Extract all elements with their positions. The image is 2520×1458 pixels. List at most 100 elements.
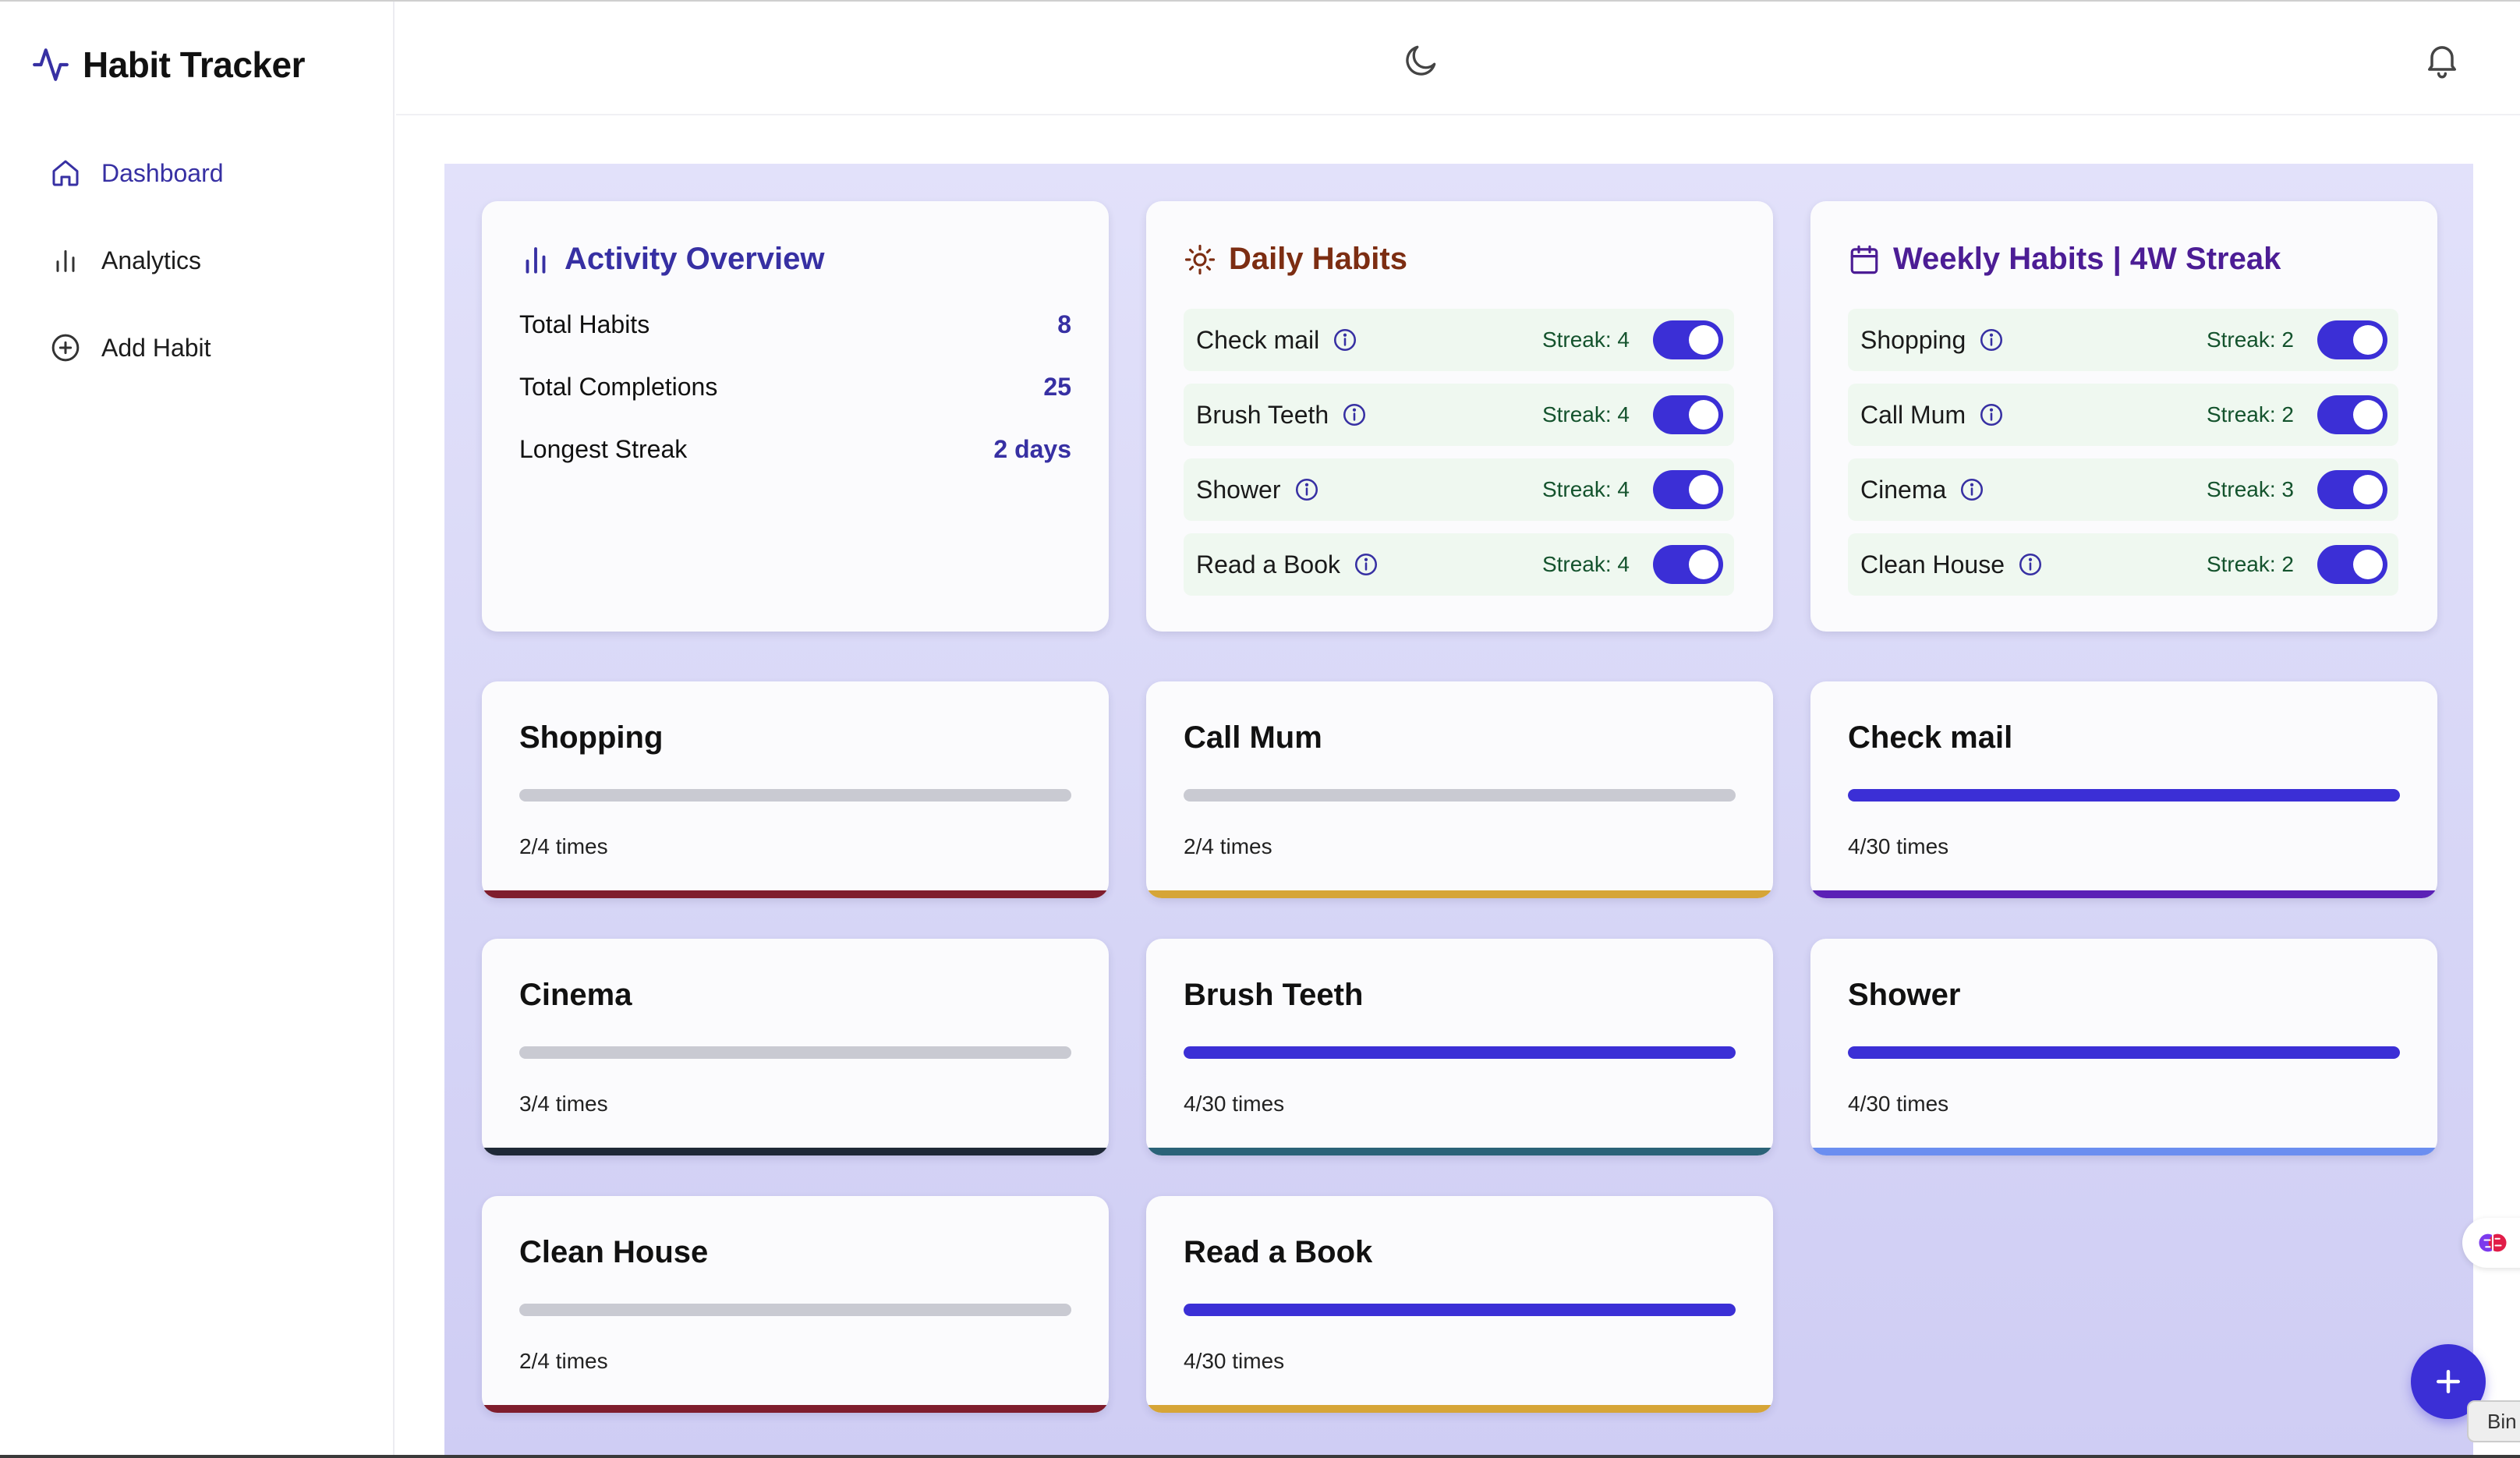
progress-track xyxy=(519,1304,1071,1316)
stat-label: Longest Streak xyxy=(519,435,688,463)
info-icon[interactable] xyxy=(1959,476,1985,503)
info-icon[interactable] xyxy=(1978,402,2005,428)
weekly-habit-row: Clean House Streak: 2 xyxy=(1848,533,2398,596)
stat-value: 25 xyxy=(1043,373,1071,401)
dashboard-main: Activity Overview Total Habits 8 Total C… xyxy=(444,164,2473,1458)
habit-card-title: Shower xyxy=(1848,978,1961,1012)
weekly-habit-row: Shopping Streak: 2 xyxy=(1848,309,2398,371)
habit-toggle[interactable] xyxy=(2317,545,2387,584)
habit-count: 3/4 times xyxy=(519,1092,608,1116)
info-icon[interactable] xyxy=(1294,476,1320,503)
habit-toggle[interactable] xyxy=(2317,320,2387,359)
habit-streak: Streak: 4 xyxy=(1541,327,1630,352)
daily-habit-row: Read a Book Streak: 4 xyxy=(1184,533,1734,596)
info-icon[interactable] xyxy=(1341,402,1368,428)
stat-total-habits: Total Habits 8 xyxy=(519,310,1071,339)
bar-chart-icon xyxy=(526,246,546,274)
moon-icon[interactable] xyxy=(1402,41,1441,80)
habit-card-title: Check mail xyxy=(1848,720,2013,755)
habit-progress-card[interactable]: Read a Book 4/30 times xyxy=(1146,1196,1773,1413)
info-icon[interactable] xyxy=(1978,327,2005,353)
progress-fill xyxy=(1848,789,2400,802)
habit-progress-card[interactable]: Brush Teeth 4/30 times xyxy=(1146,939,1773,1155)
habit-card-title: Cinema xyxy=(519,978,632,1012)
habit-toggle[interactable] xyxy=(1653,545,1723,584)
habit-toggle[interactable] xyxy=(1653,320,1723,359)
habit-streak: Streak: 2 xyxy=(2206,402,2294,426)
info-icon[interactable] xyxy=(2017,551,2044,578)
sun-icon xyxy=(1184,244,1216,274)
habit-toggle[interactable] xyxy=(2317,395,2387,434)
card-accent-stripe xyxy=(1146,1405,1773,1413)
habit-name: Shopping xyxy=(1860,325,1966,354)
habit-count: 2/4 times xyxy=(519,1349,608,1373)
card-accent-stripe xyxy=(482,1405,1109,1413)
habit-toggle[interactable] xyxy=(2317,470,2387,509)
toggle-knob xyxy=(2353,400,2383,430)
progress-fill xyxy=(1184,1304,1736,1316)
habit-progress-card[interactable]: Check mail 4/30 times xyxy=(1810,681,2437,898)
daily-habits-card: Daily Habits Check mail Streak: 4 Brush … xyxy=(1146,201,1773,632)
bell-icon[interactable] xyxy=(2422,39,2462,80)
sidebar-item-label: Add Habit xyxy=(101,333,211,362)
progress-fill xyxy=(1184,1046,1736,1059)
card-title: Weekly Habits | 4W Streak xyxy=(1893,242,2281,276)
progress-fill xyxy=(1848,1046,2400,1059)
progress-track xyxy=(1848,789,2400,802)
habit-progress-card[interactable]: Clean House 2/4 times xyxy=(482,1196,1109,1413)
habit-progress-card[interactable]: Cinema 3/4 times xyxy=(482,939,1109,1155)
sidebar-item-dashboard[interactable]: Dashboard xyxy=(50,157,224,189)
extension-tab[interactable]: Bin xyxy=(2467,1400,2520,1442)
habit-name: Clean House xyxy=(1860,550,2005,579)
progress-track xyxy=(1184,1304,1736,1316)
habit-progress-card[interactable]: Shopping 2/4 times xyxy=(482,681,1109,898)
daily-habit-row: Brush Teeth Streak: 4 xyxy=(1184,384,1734,446)
habit-streak: Streak: 4 xyxy=(1541,402,1630,426)
card-header: Weekly Habits | 4W Streak xyxy=(1848,242,2281,277)
habit-name: Read a Book xyxy=(1196,550,1341,579)
habit-card-title: Brush Teeth xyxy=(1184,978,1364,1012)
home-icon xyxy=(52,160,79,186)
card-title: Activity Overview xyxy=(565,242,825,276)
progress-track xyxy=(1848,1046,2400,1059)
brain-icon xyxy=(2479,1233,2507,1252)
habit-streak: Streak: 4 xyxy=(1541,477,1630,501)
progress-track xyxy=(519,1046,1071,1059)
card-accent-stripe xyxy=(1146,890,1773,898)
toggle-knob xyxy=(2353,325,2383,355)
activity-icon xyxy=(33,48,69,81)
info-icon[interactable] xyxy=(1353,551,1379,578)
toggle-knob xyxy=(1689,475,1718,504)
weekly-habit-row: Call Mum Streak: 2 xyxy=(1848,384,2398,446)
habit-name: Check mail xyxy=(1196,325,1320,354)
info-icon[interactable] xyxy=(1332,327,1358,353)
habit-toggle[interactable] xyxy=(1653,395,1723,434)
extension-brain-button[interactable] xyxy=(2462,1218,2520,1268)
card-header: Daily Habits xyxy=(1184,242,1407,277)
habit-progress-card[interactable]: Shower 4/30 times xyxy=(1810,939,2437,1155)
calendar-icon xyxy=(1850,245,1878,274)
daily-habit-row: Check mail Streak: 4 xyxy=(1184,309,1734,371)
toggle-knob xyxy=(1689,550,1718,579)
habit-card-title: Clean House xyxy=(519,1235,709,1269)
card-accent-stripe xyxy=(1146,1148,1773,1155)
habit-progress-card[interactable]: Call Mum 2/4 times xyxy=(1146,681,1773,898)
habit-toggle[interactable] xyxy=(1653,470,1723,509)
top-header xyxy=(396,2,2520,115)
sidebar-item-label: Dashboard xyxy=(101,158,224,187)
habit-card-title: Shopping xyxy=(519,720,664,755)
app-title: Habit Tracker xyxy=(83,44,305,85)
habit-card-title: Call Mum xyxy=(1184,720,1322,755)
sidebar-item-label: Analytics xyxy=(101,246,202,274)
sidebar-item-analytics[interactable]: Analytics xyxy=(50,245,201,276)
card-accent-stripe xyxy=(482,890,1109,898)
stat-label: Total Completions xyxy=(519,373,718,401)
toggle-knob xyxy=(1689,325,1718,355)
habit-count: 2/4 times xyxy=(519,834,608,858)
app-brand: Habit Tracker xyxy=(31,44,305,86)
progress-track xyxy=(1184,789,1736,802)
card-header: Activity Overview xyxy=(519,242,825,277)
habit-count: 4/30 times xyxy=(1848,1092,1949,1116)
sidebar-item-add-habit[interactable]: Add Habit xyxy=(50,332,211,363)
plus-circle-icon xyxy=(51,334,80,362)
